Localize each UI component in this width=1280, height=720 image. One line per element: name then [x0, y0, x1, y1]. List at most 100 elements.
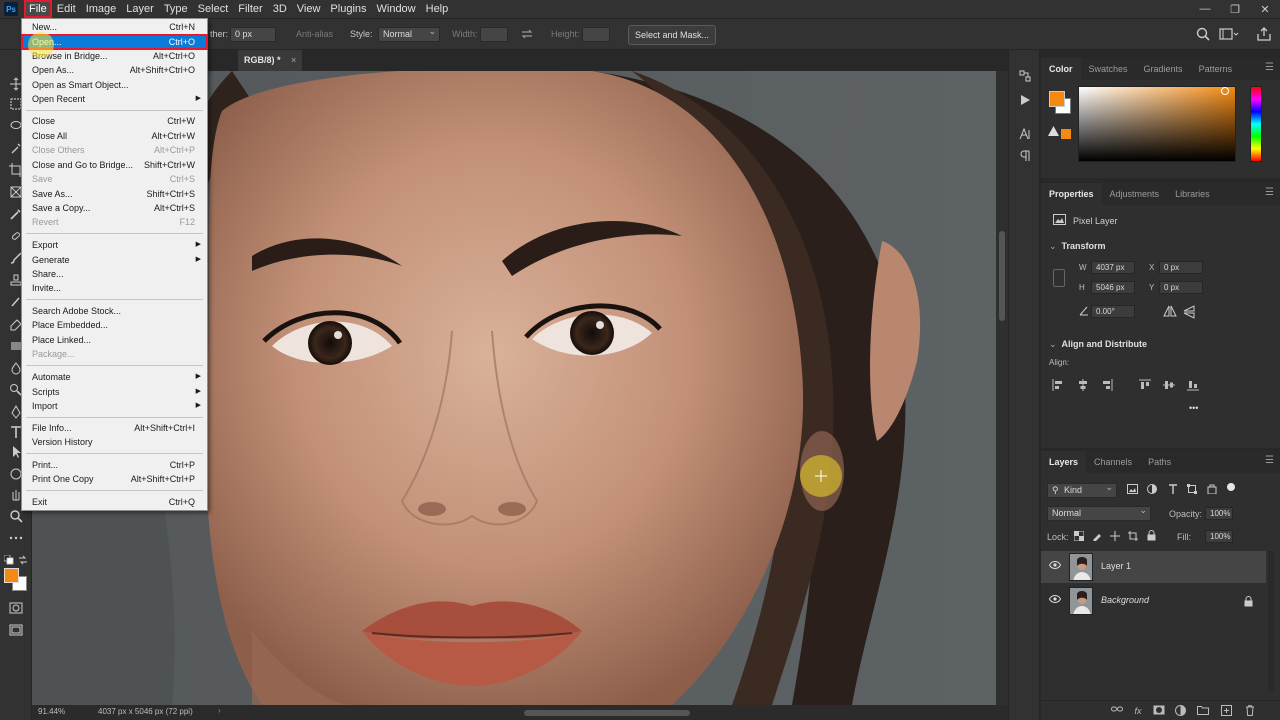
menu-image[interactable]: Image — [81, 0, 122, 18]
tab-channels[interactable]: Channels — [1086, 451, 1140, 473]
menu-item-file-info[interactable]: File Info... Alt+Shift+Ctrl+I — [22, 421, 207, 435]
paragraph-panel-icon[interactable] — [1015, 146, 1035, 166]
width-input[interactable] — [480, 27, 508, 42]
more-options-icon[interactable]: ••• — [1189, 403, 1198, 413]
transform-section-header[interactable]: ⌄ Transform — [1049, 241, 1106, 252]
delete-layer-icon[interactable] — [1245, 705, 1257, 717]
lock-all-icon[interactable] — [1147, 530, 1156, 541]
width-field[interactable]: 4037 px — [1091, 261, 1135, 274]
foreground-color-swatch[interactable] — [4, 568, 19, 583]
visibility-eye-icon[interactable] — [1049, 561, 1061, 569]
layer-row-background[interactable]: Background — [1041, 585, 1266, 617]
panel-menu-icon[interactable]: ☰ — [1265, 62, 1274, 73]
workspace-icon[interactable] — [1219, 27, 1239, 41]
filter-toggle-icon[interactable] — [1227, 483, 1235, 491]
feather-input[interactable]: 0 px — [230, 27, 276, 42]
align-right-icon[interactable] — [1101, 379, 1113, 391]
actions-play-icon[interactable] — [1015, 90, 1035, 110]
color-picker-field[interactable] — [1078, 86, 1236, 162]
align-left-icon[interactable] — [1052, 379, 1064, 391]
character-panel-icon[interactable] — [1015, 124, 1035, 144]
align-center-horizontal-icon[interactable] — [1077, 379, 1089, 391]
layer-name[interactable]: Layer 1 — [1101, 561, 1131, 571]
tab-color[interactable]: Color — [1041, 58, 1081, 80]
height-input[interactable] — [582, 27, 610, 42]
tab-layers[interactable]: Layers — [1041, 451, 1087, 473]
layer-filter-kind-select[interactable]: ⚲ Kind — [1047, 481, 1117, 498]
menu-help[interactable]: Help — [421, 0, 454, 18]
menu-item-open-as[interactable]: Open As... Alt+Shift+Ctrl+O — [22, 63, 207, 77]
lock-position-icon[interactable] — [1110, 531, 1120, 541]
menu-item-close[interactable]: Close Ctrl+W — [22, 114, 207, 128]
gamut-warning-icon[interactable] — [1048, 126, 1059, 136]
lock-artboard-icon[interactable] — [1128, 531, 1138, 541]
add-mask-icon[interactable] — [1153, 705, 1165, 717]
flip-vertical-icon[interactable] — [1183, 305, 1195, 319]
fill-field[interactable]: 100% — [1205, 530, 1233, 543]
quick-mask-icon[interactable] — [6, 598, 26, 618]
hue-slider[interactable] — [1250, 86, 1262, 162]
menu-item-invite[interactable]: Invite... — [22, 281, 207, 295]
new-layer-icon[interactable] — [1221, 705, 1233, 717]
history-panel-icon[interactable] — [1015, 66, 1035, 86]
menu-item-open-recent[interactable]: Open Recent ▶ — [22, 92, 207, 106]
tab-swatches[interactable]: Swatches — [1081, 58, 1136, 80]
horizontal-scrollbar-thumb[interactable] — [524, 710, 690, 716]
filter-smart-object-icon[interactable] — [1207, 484, 1217, 494]
minimize-icon[interactable]: — — [1190, 0, 1220, 18]
menu-item-place-linked[interactable]: Place Linked... — [22, 333, 207, 347]
menu-item-exit[interactable]: Exit Ctrl+Q — [22, 495, 207, 509]
menu-file[interactable]: File — [24, 0, 52, 18]
menu-item-version-history[interactable]: Version History — [22, 435, 207, 449]
new-group-icon[interactable] — [1197, 705, 1209, 717]
link-layers-icon[interactable] — [1111, 705, 1123, 717]
color-picker-cursor[interactable] — [1221, 87, 1229, 95]
tab-patterns[interactable]: Patterns — [1191, 58, 1241, 80]
menu-item-new[interactable]: New... Ctrl+N — [22, 20, 207, 34]
link-dimensions-icon[interactable] — [1053, 269, 1065, 287]
vertical-scrollbar-thumb[interactable] — [999, 231, 1005, 321]
layer-name[interactable]: Background — [1101, 595, 1149, 605]
x-field[interactable]: 0 px — [1159, 261, 1203, 274]
restore-icon[interactable]: ❐ — [1220, 0, 1250, 18]
tab-gradients[interactable]: Gradients — [1136, 58, 1191, 80]
menu-item-export[interactable]: Export ▶ — [22, 238, 207, 252]
close-window-icon[interactable]: ✕ — [1250, 0, 1280, 18]
style-select[interactable]: Normal — [378, 25, 440, 42]
height-field[interactable]: 5046 px — [1091, 281, 1135, 294]
align-middle-vertical-icon[interactable] — [1163, 379, 1175, 391]
foreground-color-chip[interactable] — [1049, 91, 1065, 107]
panel-menu-icon[interactable]: ☰ — [1265, 455, 1274, 466]
swap-colors-icon[interactable] — [18, 555, 28, 565]
menu-item-open-as-smart-object[interactable]: Open as Smart Object... — [22, 78, 207, 92]
tab-properties[interactable]: Properties — [1041, 183, 1102, 205]
layer-row-layer-1[interactable]: Layer 1 — [1041, 551, 1266, 583]
menu-item-print[interactable]: Print... Ctrl+P — [22, 458, 207, 472]
panel-menu-icon[interactable]: ☰ — [1265, 187, 1274, 198]
lock-pixels-icon[interactable] — [1092, 531, 1102, 541]
default-colors-icon[interactable] — [4, 555, 14, 565]
align-bottom-icon[interactable] — [1187, 379, 1199, 391]
tab-adjustments[interactable]: Adjustments — [1102, 183, 1168, 205]
align-section-header[interactable]: ⌄ Align and Distribute — [1049, 339, 1147, 350]
menu-filter[interactable]: Filter — [233, 0, 267, 18]
menu-item-automate[interactable]: Automate ▶ — [22, 370, 207, 384]
filter-adjustment-icon[interactable] — [1147, 484, 1157, 494]
gamut-color-chip[interactable] — [1061, 129, 1071, 139]
select-and-mask-button[interactable]: Select and Mask... — [628, 25, 716, 45]
menu-3d[interactable]: 3D — [268, 0, 292, 18]
menu-item-scripts[interactable]: Scripts ▶ — [22, 385, 207, 399]
filter-type-icon[interactable] — [1168, 484, 1178, 494]
layer-effects-icon[interactable]: fx — [1132, 705, 1144, 717]
menu-layer[interactable]: Layer — [121, 0, 159, 18]
menu-item-place-embedded[interactable]: Place Embedded... — [22, 318, 207, 332]
menu-type[interactable]: Type — [159, 0, 193, 18]
layers-scrollbar[interactable] — [1268, 551, 1274, 691]
document-tab[interactable]: RGB/8) * × — [238, 50, 303, 71]
vertical-scrollbar[interactable] — [996, 71, 1008, 705]
y-field[interactable]: 0 px — [1159, 281, 1203, 294]
antialias-checkbox[interactable]: Anti-alias — [296, 19, 333, 50]
angle-field[interactable]: 0.00° — [1091, 305, 1135, 318]
swap-icon[interactable] — [520, 28, 534, 40]
opacity-field[interactable]: 100% — [1205, 507, 1233, 520]
